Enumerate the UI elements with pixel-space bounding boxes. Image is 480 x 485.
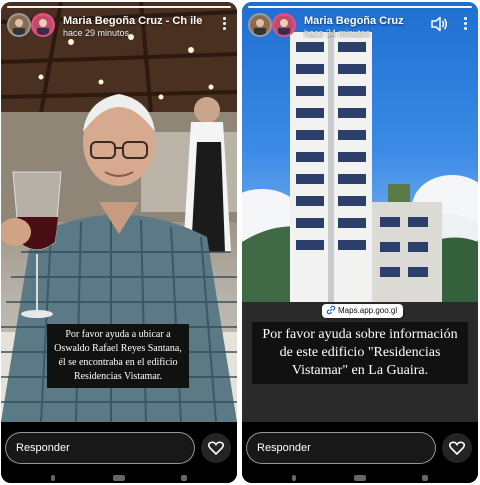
avatar-image	[33, 15, 53, 35]
story-header: Maria Begoña Cruz - Ch ile hace 29 minut…	[5, 10, 233, 40]
avatar-image	[274, 15, 294, 35]
story-progress-bar	[248, 6, 472, 8]
story-caption: Por favor ayuda sobre información de est…	[252, 322, 468, 384]
story-caption: Por favor ayuda a ubicar a Oswaldo Rafae…	[47, 324, 189, 388]
nav-back-icon[interactable]	[181, 475, 187, 481]
avatar-image	[250, 15, 270, 35]
nav-recents-icon[interactable]	[51, 475, 55, 481]
more-vertical-icon[interactable]	[462, 16, 468, 32]
avatar[interactable]	[272, 13, 296, 37]
like-button[interactable]	[442, 433, 472, 463]
link-sticker[interactable]: Maps.app.goo.gl	[322, 304, 404, 318]
system-nav-bar	[1, 471, 237, 483]
story-progress-bar	[7, 6, 231, 8]
avatar-image	[9, 15, 29, 35]
heart-icon	[449, 441, 465, 455]
nav-back-icon[interactable]	[422, 475, 428, 481]
story-header: Maria Begoña Cruz hace 34 minutos	[246, 10, 474, 40]
like-button[interactable]	[201, 433, 231, 463]
story-timestamp: hace 29 minutos	[63, 28, 130, 38]
story-username[interactable]: Maria Begoña Cruz	[304, 15, 404, 27]
speaker-sound-icon[interactable]	[430, 16, 448, 32]
heart-icon	[208, 441, 224, 455]
more-vertical-icon[interactable]	[221, 16, 227, 32]
story-timestamp: hace 34 minutos	[304, 28, 371, 38]
story-right[interactable]: Maria Begoña Cruz hace 34 minutos Maps.a…	[242, 2, 478, 483]
avatar-secondary[interactable]	[7, 13, 31, 37]
story-left[interactable]: Maria Begoña Cruz - Ch ile hace 29 minut…	[1, 2, 237, 483]
avatar-secondary[interactable]	[248, 13, 272, 37]
reply-input[interactable]: Responder	[5, 432, 195, 464]
reply-input[interactable]: Responder	[246, 432, 436, 464]
nav-home-icon[interactable]	[354, 475, 366, 481]
link-sticker-label: Maps.app.goo.gl	[338, 306, 398, 315]
nav-recents-icon[interactable]	[292, 475, 296, 481]
avatar[interactable]	[31, 13, 55, 37]
story-username[interactable]: Maria Begoña Cruz - Ch ile	[63, 15, 202, 27]
link-icon	[326, 305, 336, 315]
nav-home-icon[interactable]	[113, 475, 125, 481]
system-nav-bar	[242, 471, 478, 483]
